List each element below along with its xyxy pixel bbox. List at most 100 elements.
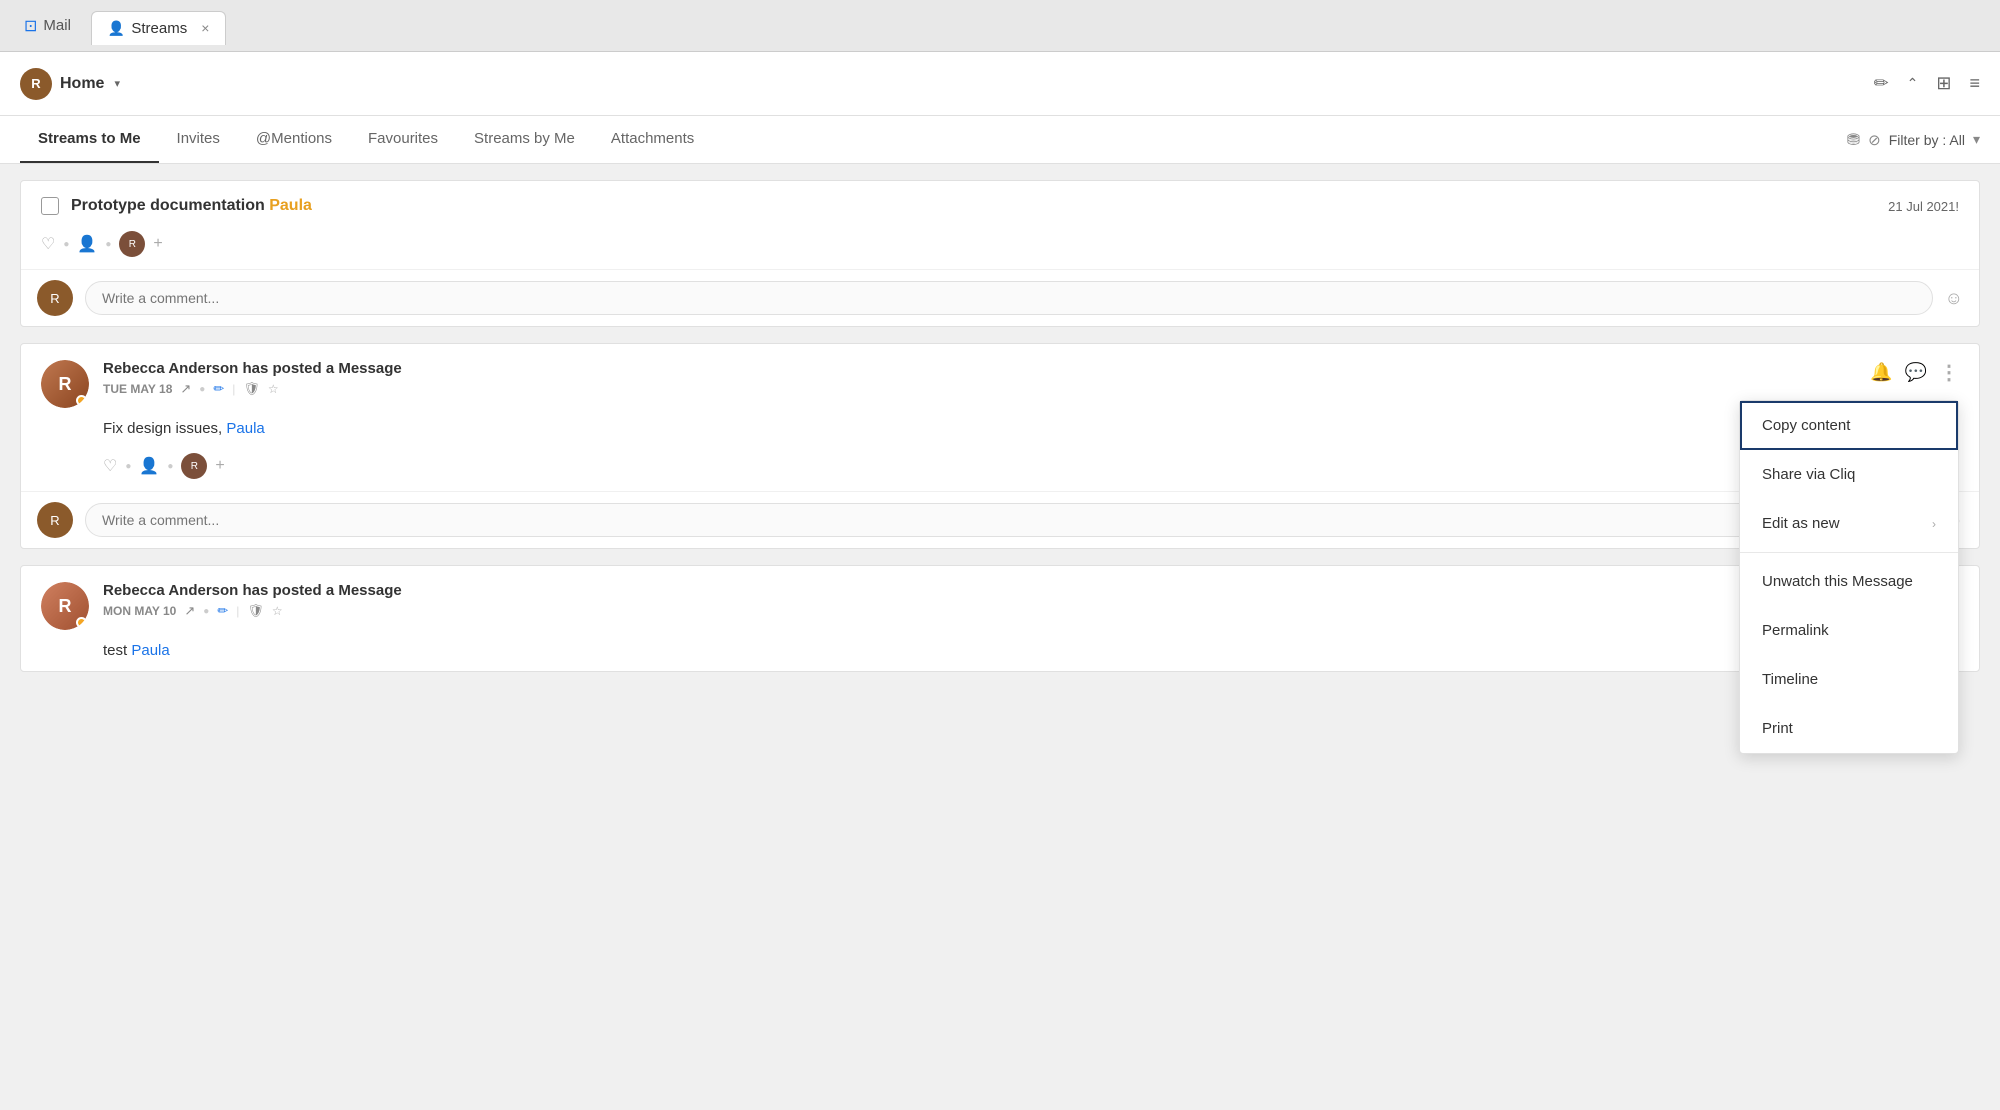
message-card-2-header: R Rebecca Anderson has posted a Message … [21,566,1979,638]
comment-input-1[interactable] [85,281,1933,315]
dropdown-edit-as-new[interactable]: Edit as new › [1740,499,1958,548]
dropdown-unwatch[interactable]: Unwatch this Message [1740,557,1958,606]
header: R Home ▾ ✏ ⌃ ⊞ ≡ [0,52,2000,116]
grid-view-icon[interactable]: ⊞ [1936,73,1951,94]
tab-close-button[interactable]: × [201,20,209,36]
comment-avatar-1: R [37,280,73,316]
tab-streams[interactable]: 👤 Streams × [91,11,226,45]
person-icon[interactable]: 👤 [77,234,97,254]
message-card-1: R Rebecca Anderson has posted a Message … [20,343,1980,549]
filter-chevron-icon: ▾ [1973,131,1980,148]
header-right: ✏ ⌃ ⊞ ≡ [1874,73,1980,94]
message-date-2: MON MAY 10 [103,604,176,618]
menu-icon[interactable]: ≡ [1969,73,1980,94]
stream-card-1-comment-box: R ☺ [21,269,1979,326]
stream-card-1-mention: Paula [269,197,312,214]
comment-avatar-2: R [37,502,73,538]
message-body-2: test Paula [21,638,1979,671]
author-name-2: Rebecca Anderson has posted a Message [103,582,402,599]
message-card-1-author-area: R Rebecca Anderson has posted a Message … [41,360,402,408]
author-meta-1: TUE MAY 18 ↗ ● ✏ | 🛡 ☆ [103,381,402,397]
online-indicator-2 [76,617,87,628]
message-card-1-comment-box: R ☺ [21,491,1979,548]
tab-invites[interactable]: Invites [159,116,238,163]
tab-bar: ⊡ Mail 👤 Streams × [0,0,2000,52]
tab-streams-label: Streams [131,20,187,37]
author-avatar-1: R [41,360,89,408]
person-icon-2[interactable]: 👤 [139,456,159,476]
tab-streams-by-me[interactable]: Streams by Me [456,116,593,163]
dot-separator-2: ● [105,239,111,250]
message-card-1-reaction-row: ♡ ● 👤 ● R + [21,449,1979,491]
nav-tabs-left: Streams to Me Invites @Mentions Favourit… [20,116,712,163]
main-content: Prototype documentation Paula 21 Jul 202… [0,164,2000,1106]
external-link-icon-2[interactable]: ↗ [184,603,195,619]
stream-card-1-title-area: Prototype documentation Paula [41,197,312,215]
stream-card-1: Prototype documentation Paula 21 Jul 202… [20,180,1980,327]
home-chevron-icon: ▾ [114,77,120,90]
more-options-button-1[interactable]: ⋮ [1939,360,1959,385]
star-icon-1[interactable]: ☆ [268,382,279,396]
chevron-right-icon: › [1932,517,1936,531]
author-meta-2: MON MAY 10 ↗ ● ✏ | 🛡 ☆ [103,603,402,619]
message-card-1-header: R Rebecca Anderson has posted a Message … [21,344,1979,416]
tab-streams-to-me[interactable]: Streams to Me [20,116,159,163]
edit-icon-2[interactable]: ✏ [217,603,228,619]
nav-tabs-right: ⛃ ⊘ Filter by : All ▾ [1847,130,1980,150]
message-card-1-actions: 🔔 💬 ⋮ [1870,360,1959,385]
filter-by-label[interactable]: Filter by : All [1889,132,1965,148]
stream-card-1-urgent: ! [1955,199,1959,214]
dropdown-share-via-cliq[interactable]: Share via Cliq [1740,450,1958,499]
tab-mail[interactable]: ⊡ Mail [8,8,87,44]
add-person-button[interactable]: + [153,235,162,253]
heart-icon-2[interactable]: ♡ [103,456,117,476]
participant-avatar-2: R [181,453,207,479]
dropdown-print[interactable]: Print [1740,704,1958,753]
author-avatar-2: R [41,582,89,630]
filter-icon[interactable]: ⛃ [1847,130,1860,150]
author-name-1: Rebecca Anderson has posted a Message [103,360,402,377]
comment-input-2[interactable] [85,503,1933,537]
nav-tabs: Streams to Me Invites @Mentions Favourit… [0,116,2000,164]
add-person-button-2[interactable]: + [215,457,224,475]
stream-card-1-date: 21 Jul 2021 [1888,199,1955,214]
tab-favourites[interactable]: Favourites [350,116,456,163]
stream-card-1-actions: ♡ ● 👤 ● R + [21,227,1979,269]
stream-card-1-title: Prototype documentation Paula [71,197,312,215]
message-card-2: R Rebecca Anderson has posted a Message … [20,565,1980,672]
tab-mentions[interactable]: @Mentions [238,116,350,163]
compose-icon[interactable]: ✏ [1874,73,1889,94]
heart-icon[interactable]: ♡ [41,234,55,254]
body-mention-1: Paula [226,420,264,437]
external-link-icon-1[interactable]: ↗ [180,381,191,397]
stream-card-1-date-area: 21 Jul 2021 ! [1888,199,1959,214]
star-icon-2[interactable]: ☆ [272,604,283,618]
shield-icon-1[interactable]: 🛡 [243,381,260,397]
emoji-icon-1[interactable]: ☺ [1945,288,1963,309]
shield-icon-2[interactable]: 🛡 [247,603,264,619]
dropdown-copy-content[interactable]: Copy content [1740,401,1958,450]
dropdown-timeline[interactable]: Timeline [1740,655,1958,704]
header-left: R Home ▾ [20,68,120,100]
author-info-1: Rebecca Anderson has posted a Message TU… [103,360,402,397]
dropdown-permalink[interactable]: Permalink [1740,606,1958,655]
edit-icon-1[interactable]: ✏ [213,381,224,397]
body-mention-2: Paula [131,642,169,659]
alarm-icon-1[interactable]: 🔔 [1870,362,1892,383]
mail-icon: ⊡ [24,16,37,36]
message-card-2-author-area: R Rebecca Anderson has posted a Message … [41,582,402,630]
tab-attachments[interactable]: Attachments [593,116,712,163]
home-button[interactable]: Home [60,75,104,93]
online-indicator-1 [76,395,87,406]
message-body-1: Fix design issues, Paula [21,416,1979,449]
streams-tab-icon: 👤 [108,20,125,37]
collapse-icon[interactable]: ⌃ [1907,75,1919,92]
tab-mail-label: Mail [43,17,71,34]
stream-card-1-header: Prototype documentation Paula 21 Jul 202… [21,181,1979,227]
filter-clear-icon[interactable]: ⊘ [1868,131,1881,149]
stream-card-1-checkbox[interactable] [41,197,59,215]
message-date-1: TUE MAY 18 [103,382,172,396]
author-info-2: Rebecca Anderson has posted a Message MO… [103,582,402,619]
chat-icon-1[interactable]: 💬 [1905,362,1927,383]
dropdown-menu: Copy content Share via Cliq Edit as new … [1739,400,1959,754]
